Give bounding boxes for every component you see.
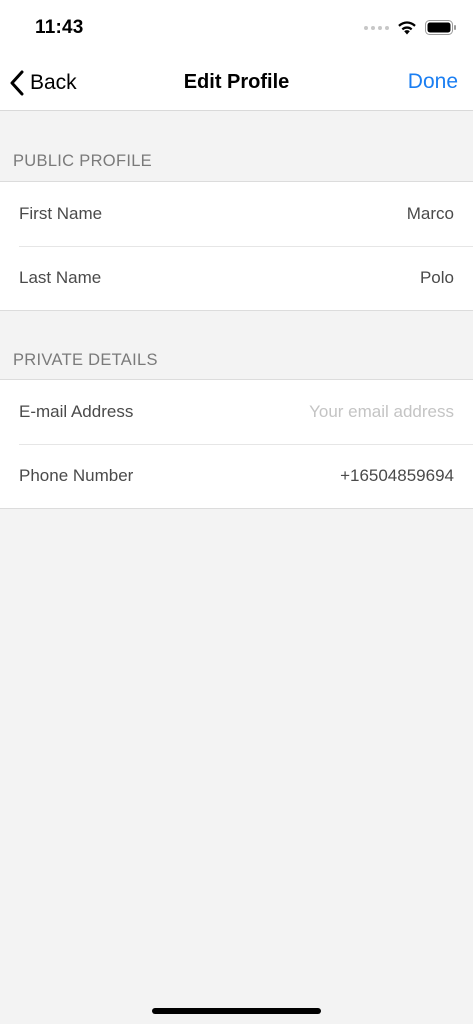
phone-label: Phone Number xyxy=(19,466,134,485)
phone-row: Phone Number xyxy=(0,444,473,508)
last-name-row: Last Name xyxy=(0,246,473,310)
last-name-label: Last Name xyxy=(19,268,102,287)
battery-icon xyxy=(425,20,456,35)
last-name-field[interactable] xyxy=(214,268,454,288)
status-icons xyxy=(364,20,457,35)
private-details-group: E-mail Address Phone Number xyxy=(0,379,473,509)
home-indicator[interactable] xyxy=(152,1008,321,1014)
public-profile-group: First Name Last Name xyxy=(0,181,473,311)
done-button[interactable]: Done xyxy=(408,70,458,94)
status-time: 11:43 xyxy=(35,17,84,38)
first-name-field[interactable] xyxy=(214,204,454,224)
phone-field[interactable] xyxy=(214,466,454,486)
email-label: E-mail Address xyxy=(19,402,134,421)
email-field[interactable] xyxy=(214,402,454,422)
section-header-public-profile: PUBLIC PROFILE xyxy=(13,152,152,170)
section-header-private-details: PRIVATE DETAILS xyxy=(13,351,158,369)
status-bar: 11:43 xyxy=(0,0,473,56)
page-title: Edit Profile xyxy=(183,71,290,93)
first-name-label: First Name xyxy=(19,204,103,223)
wifi-icon xyxy=(398,21,416,35)
cellular-signal-icon xyxy=(364,25,389,30)
first-name-row: First Name xyxy=(0,182,473,246)
email-row: E-mail Address xyxy=(0,380,473,444)
navigation-bar: Back Edit Profile Done xyxy=(0,56,473,111)
